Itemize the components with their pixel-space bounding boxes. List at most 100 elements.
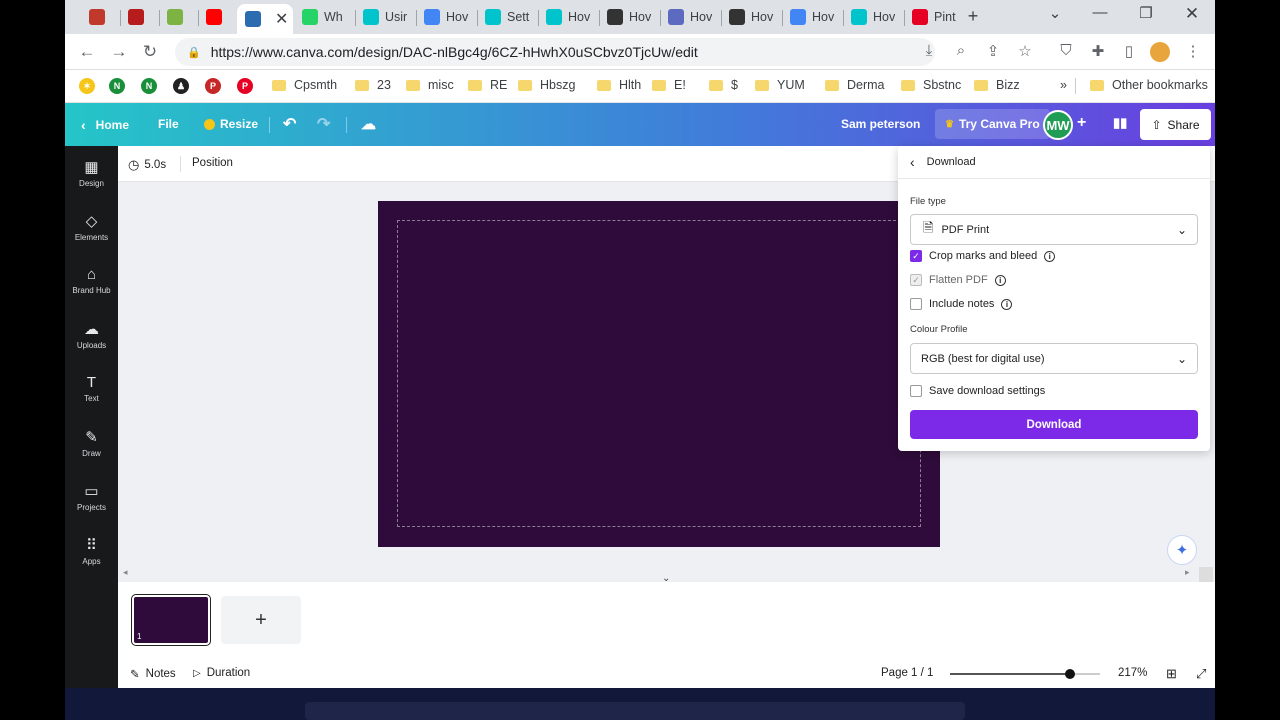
bookmark-folder-10[interactable]: Sbstnc <box>901 78 961 92</box>
bookmark-folder-4[interactable]: Hbszg <box>518 78 575 92</box>
zoom-icon[interactable]: ⌕ <box>950 42 972 59</box>
minimize-icon[interactable]: — <box>1085 4 1115 21</box>
download-button[interactable]: Download <box>910 410 1198 439</box>
bookmark-folder-9[interactable]: Derma <box>825 78 885 92</box>
option-checkbox-0[interactable]: ✓ Crop marks and bleed i <box>910 250 1056 262</box>
sidebar-item-uploads[interactable]: ☁ Uploads <box>65 320 118 350</box>
tab-15[interactable]: Pint <box>904 3 964 31</box>
forward-icon[interactable]: → <box>107 42 131 62</box>
sidepanel-icon[interactable]: ▯ <box>1118 42 1140 60</box>
page-thumbnail[interactable]: 1 <box>131 594 211 646</box>
design-page[interactable] <box>378 201 940 547</box>
bookmark-other[interactable]: Other bookmarks <box>1090 78 1208 92</box>
bookmark-folder-11[interactable]: Bizz <box>974 78 1020 92</box>
bookmark-icon-5[interactable]: P <box>237 78 253 94</box>
tab-3[interactable] <box>198 3 236 31</box>
option-checkbox-2[interactable]: Include notes i <box>910 298 1013 310</box>
avatar[interactable]: MW <box>1043 110 1073 140</box>
colour-profile-select[interactable]: RGB (best for digital use) ⌄ <box>910 343 1198 374</box>
duration-control[interactable]: ◷ 5.0s <box>128 157 166 173</box>
tab-11[interactable]: Hov <box>660 3 720 31</box>
sidebar-item-brand-hub[interactable]: ⌂ Brand Hub <box>65 266 118 295</box>
design-title[interactable]: Sam peterson <box>841 117 920 131</box>
tab-2[interactable] <box>159 3 197 31</box>
reload-icon[interactable]: ↻ <box>138 42 162 62</box>
bookmark-star-icon[interactable]: ☆ <box>1014 42 1036 60</box>
file-type-select[interactable]: 🗎 PDF Print ⌄ <box>910 214 1198 245</box>
file-menu[interactable]: File <box>158 117 179 131</box>
download-icon[interactable]: ⤓ <box>918 42 940 59</box>
page-indicator[interactable]: Page 1 / 1 <box>881 667 933 679</box>
extensions-icon[interactable]: ✚ <box>1087 42 1109 60</box>
back-icon[interactable]: ← <box>75 42 99 62</box>
bookmark-folder-2[interactable]: misc <box>406 78 454 92</box>
tab-10[interactable]: Hov <box>599 3 659 31</box>
sidebar-item-projects[interactable]: ▭ Projects <box>65 482 118 512</box>
bookmark-folder-0[interactable]: Cpsmth <box>272 78 337 92</box>
undo-icon[interactable]: ↶ <box>283 114 296 134</box>
grid-view-icon[interactable]: ⊞ <box>1166 666 1177 682</box>
scroll-right-icon[interactable]: ▸ <box>1185 567 1190 578</box>
share-page-icon[interactable]: ⇪ <box>982 42 1004 60</box>
tab-1[interactable] <box>120 3 158 31</box>
url-field[interactable]: 🔒 https://www.canva.com/design/DAC-nlBgc… <box>175 38 935 66</box>
insights-icon[interactable]: ▮▮ <box>1113 115 1127 131</box>
bookmark-icon-2[interactable]: N <box>141 78 157 94</box>
magic-assistant-icon[interactable]: ✦ <box>1167 535 1197 565</box>
bookmark-folder-7[interactable]: $ <box>709 78 738 92</box>
bookmarks-more-icon[interactable]: » <box>1060 78 1067 92</box>
sidebar-item-design[interactable]: ▦ Design <box>65 158 118 188</box>
position-button[interactable]: Position <box>192 157 233 169</box>
bookmark-icon-0[interactable]: ✶ <box>79 78 95 94</box>
save-settings-checkbox[interactable]: Save download settings <box>910 385 1045 397</box>
shield-icon[interactable]: ⛉ <box>1055 42 1077 59</box>
tab-14[interactable]: Hov <box>843 3 903 31</box>
zoom-slider-handle[interactable] <box>1065 669 1075 679</box>
zoom-slider[interactable] <box>950 669 1100 679</box>
bookmark-folder-8[interactable]: YUM <box>755 78 805 92</box>
menu-icon[interactable]: ⋮ <box>1182 42 1204 60</box>
redo-icon[interactable]: ↷ <box>317 114 330 134</box>
notes-button[interactable]: ✎ Notes <box>130 667 176 681</box>
duration-button[interactable]: ▷ Duration <box>193 667 250 679</box>
cloud-save-icon[interactable]: ☁ <box>361 115 376 133</box>
maximize-icon[interactable]: ❐ <box>1131 4 1161 22</box>
sidebar-item-draw[interactable]: ✎ Draw <box>65 428 118 458</box>
sidebar-item-elements[interactable]: ◇ Elements <box>65 212 118 242</box>
tab-close-icon[interactable]: ✕ <box>275 9 288 29</box>
tab-13[interactable]: Hov <box>782 3 842 31</box>
back-chevron-icon[interactable]: ‹ <box>910 154 915 170</box>
close-window-icon[interactable]: ✕ <box>1177 4 1207 24</box>
info-icon[interactable]: i <box>1044 250 1056 262</box>
fullscreen-icon[interactable]: ⤢ <box>1196 666 1206 682</box>
bookmark-icon-3[interactable]: ♟ <box>173 78 189 94</box>
sidebar-item-text[interactable]: T Text <box>65 374 118 403</box>
bookmark-folder-1[interactable]: 23 <box>355 78 391 92</box>
zoom-level[interactable]: 217% <box>1118 667 1147 679</box>
home-button[interactable]: ‹ Home <box>81 117 129 133</box>
tab-8[interactable]: Sett <box>477 3 537 31</box>
resize-button[interactable]: Resize <box>204 117 258 131</box>
tab-0[interactable] <box>81 3 119 31</box>
tab-search-icon[interactable]: ⌄ <box>1040 4 1070 22</box>
share-button[interactable]: ⇧ Share <box>1140 109 1211 140</box>
scroll-left-icon[interactable]: ◂ <box>123 567 128 578</box>
sidebar-item-apps[interactable]: ⠿ Apps <box>65 536 118 566</box>
add-people-icon[interactable]: + <box>1077 114 1086 132</box>
add-page-button[interactable]: + <box>221 596 301 644</box>
try-pro-button[interactable]: ♛ Try Canva Pro <box>935 109 1050 139</box>
profile-avatar[interactable] <box>1150 42 1170 62</box>
bookmark-icon-4[interactable]: P <box>205 78 221 94</box>
tab-7[interactable]: Hov <box>416 3 476 31</box>
bookmark-folder-6[interactable]: E! <box>652 78 686 92</box>
bookmark-icon-1[interactable]: N <box>109 78 125 94</box>
tab-9[interactable]: Hov <box>538 3 598 31</box>
tab-4[interactable]: ✕ <box>237 4 293 34</box>
tab-6[interactable]: Usir <box>355 3 415 31</box>
tab-5[interactable]: Wh <box>294 3 354 31</box>
bookmark-folder-5[interactable]: Hlth <box>597 78 641 92</box>
bookmark-folder-3[interactable]: RE <box>468 78 507 92</box>
tab-12[interactable]: Hov <box>721 3 781 31</box>
info-icon[interactable]: i <box>1001 298 1013 310</box>
new-tab-icon[interactable]: + <box>958 6 988 27</box>
